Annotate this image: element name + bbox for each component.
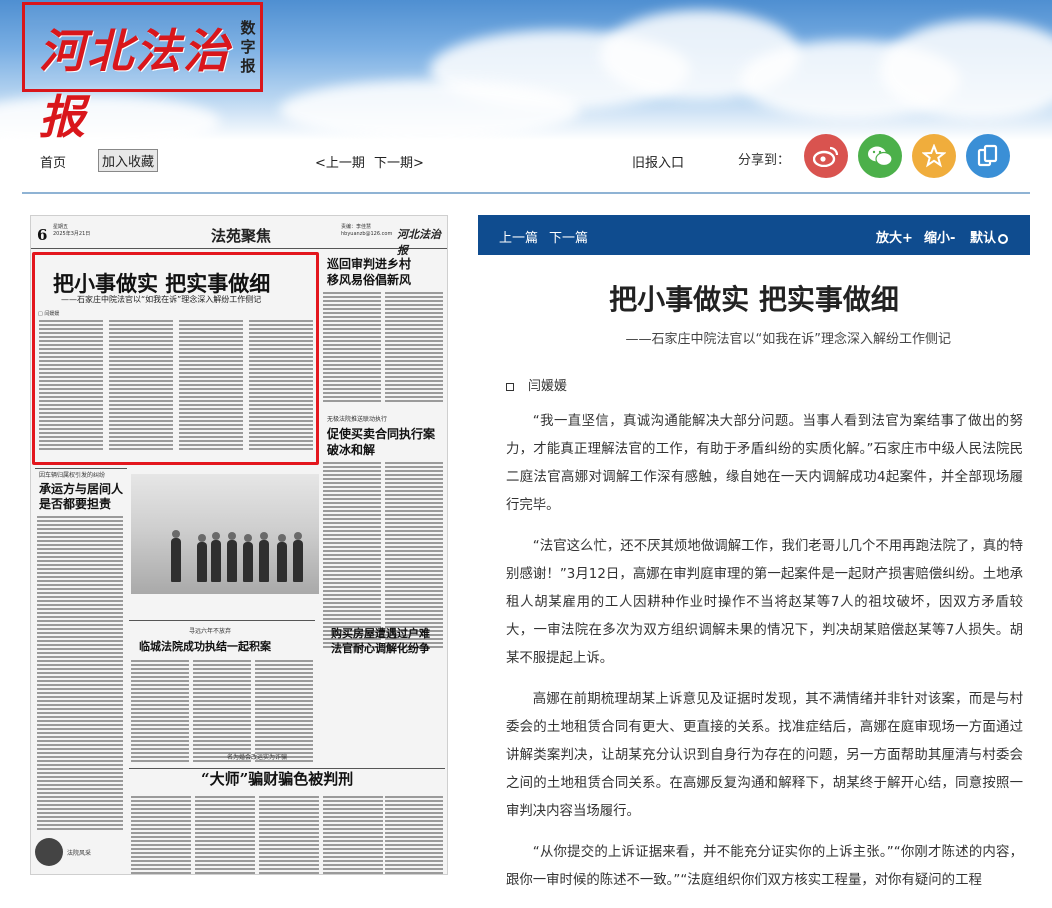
text-column xyxy=(323,292,381,404)
article-paragraph: 高娜在前期梳理胡某上诉意见及证据时发现，其不满情绪并非针对该案，而是与村委会的土… xyxy=(506,692,1023,819)
article-subtitle: ——石家庄中院法官以“如我在诉”理念深入解纷工作侧记 xyxy=(625,332,951,347)
zoom-out-button[interactable]: 缩小- xyxy=(924,227,955,246)
text-column xyxy=(193,660,251,764)
text-column xyxy=(385,292,443,404)
right-story2-kicker: 无极法院推送联动执行 xyxy=(327,416,388,423)
text-column xyxy=(37,516,123,832)
zoom-in-button[interactable]: 放大+ xyxy=(876,227,913,246)
text-column xyxy=(385,462,443,650)
page-editor-name: 责编：李佳慧 xyxy=(341,224,372,230)
article-toolbar: 上一篇 下一篇 放大+ 缩小- 默认 xyxy=(478,215,1030,255)
article-paragraph: “从你提交的上诉证据来看，并不能充分证实你的上诉主张。”“你刚才陈述的内容，跟你… xyxy=(506,845,1023,888)
top-nav: 首页 加入收藏 <上一期 下一期> 旧报入口 分享到： xyxy=(0,134,1052,190)
logo-text: 河北法治报 xyxy=(39,24,231,140)
home-link[interactable]: 首页 xyxy=(40,152,66,171)
footer-label: 法院风采 xyxy=(67,850,92,857)
court-emblem-icon xyxy=(35,838,63,866)
page-masthead: 6 星期五 2025年3月21日 法苑聚焦 责编：李佳慧 hbyuanzb@126.… xyxy=(31,216,447,257)
newspaper-page[interactable]: 6 星期五 2025年3月21日 法苑聚焦 责编：李佳慧 hbyuanzb@126.… xyxy=(30,215,448,875)
author-name: 闫媛媛 xyxy=(528,379,568,394)
page-editor: 责编：李佳慧 hbyuanzb@126.com xyxy=(341,224,392,238)
old-issues-link[interactable]: 旧报入口 xyxy=(632,152,684,171)
article-title: 把小事做实 把实事做细 xyxy=(609,283,899,316)
article-author: 闫媛媛 xyxy=(506,375,567,394)
next-article-link[interactable]: 下一篇 xyxy=(549,227,588,246)
text-column xyxy=(195,796,255,874)
text-column xyxy=(259,796,319,874)
page-date: 星期五 2025年3月21日 xyxy=(53,224,90,238)
article-body: “我一直坚信，真诚沟通能解决大部分问题。当事人看到法官为案结事了做出的努力，才能… xyxy=(478,408,1030,908)
text-column xyxy=(323,796,383,874)
divider xyxy=(35,468,127,469)
right-story-title[interactable]: 巡回审判进乡村 移风易俗倡新风 xyxy=(327,256,411,288)
share-label: 分享到： xyxy=(738,153,791,168)
star-icon[interactable] xyxy=(912,134,956,178)
site-logo[interactable]: 河北法治报 数字报 xyxy=(22,2,263,140)
square-bullet-icon xyxy=(506,382,514,391)
article-paragraph: “我一直坚信，真诚沟通能解决大部分问题。当事人看到法官为案结事了做出的努力，才能… xyxy=(506,414,1023,513)
page-number: 6 xyxy=(37,226,48,244)
text-column xyxy=(385,796,443,874)
text-column xyxy=(131,660,189,764)
bottom-story-title[interactable]: “大师”骗财骗色被判刑 xyxy=(201,768,353,789)
left-story-title[interactable]: 承运方与居间人 是否都要担责 xyxy=(39,482,123,512)
page-date-text: 2025年3月21日 xyxy=(53,231,91,237)
weibo-icon[interactable] xyxy=(804,134,848,178)
header-banner: 河北法治报 数字报 xyxy=(0,0,1052,140)
bottom-story-kicker: 名为婚会改运实为诈骗 xyxy=(227,754,288,761)
page-brand: 河北法治报 xyxy=(397,228,441,257)
left-story-kicker: 因车辆归属权引发的纠纷 xyxy=(39,472,106,479)
mid-story-title[interactable]: 临城法院成功执结一起积案 xyxy=(139,638,271,654)
default-size-label: 默认 xyxy=(970,231,997,246)
mid-story-kicker: 寻远六年不放弃 xyxy=(189,628,232,635)
text-column xyxy=(323,462,381,650)
nav-divider xyxy=(22,192,1030,194)
divider xyxy=(129,620,315,621)
mid-right-story-title[interactable]: 购买房屋遭遇过户难 法官耐心调解化纷争 xyxy=(331,626,430,656)
right-story2-title[interactable]: 促使买卖合同执行案 破冰和解 xyxy=(327,426,435,458)
logo-subtext: 数字报 xyxy=(240,19,256,75)
page-editor-email: hbyuanzb@126.com xyxy=(341,231,393,237)
prev-article-link[interactable]: 上一篇 xyxy=(499,227,538,246)
wechat-icon[interactable] xyxy=(858,134,902,178)
add-favorite-button[interactable]: 加入收藏 xyxy=(98,149,159,172)
prev-issue-link[interactable]: <上一期 xyxy=(315,152,365,171)
default-size-button[interactable]: 默认 xyxy=(970,227,1009,246)
next-issue-link[interactable]: 下一期> xyxy=(374,152,424,171)
text-column xyxy=(131,796,191,874)
article-paragraph: “法官这么忙，还不厌其烦地做调解工作，我们老哥儿几个不用再跑法院了，真的特别感谢… xyxy=(506,539,1023,666)
copy-icon[interactable] xyxy=(966,134,1010,178)
circle-icon xyxy=(998,233,1009,244)
text-column xyxy=(255,660,313,764)
page-weekday: 星期五 xyxy=(53,224,69,230)
news-photo[interactable] xyxy=(131,474,319,594)
page-section-title: 法苑聚焦 xyxy=(211,227,272,245)
selected-article-area[interactable] xyxy=(32,252,319,465)
